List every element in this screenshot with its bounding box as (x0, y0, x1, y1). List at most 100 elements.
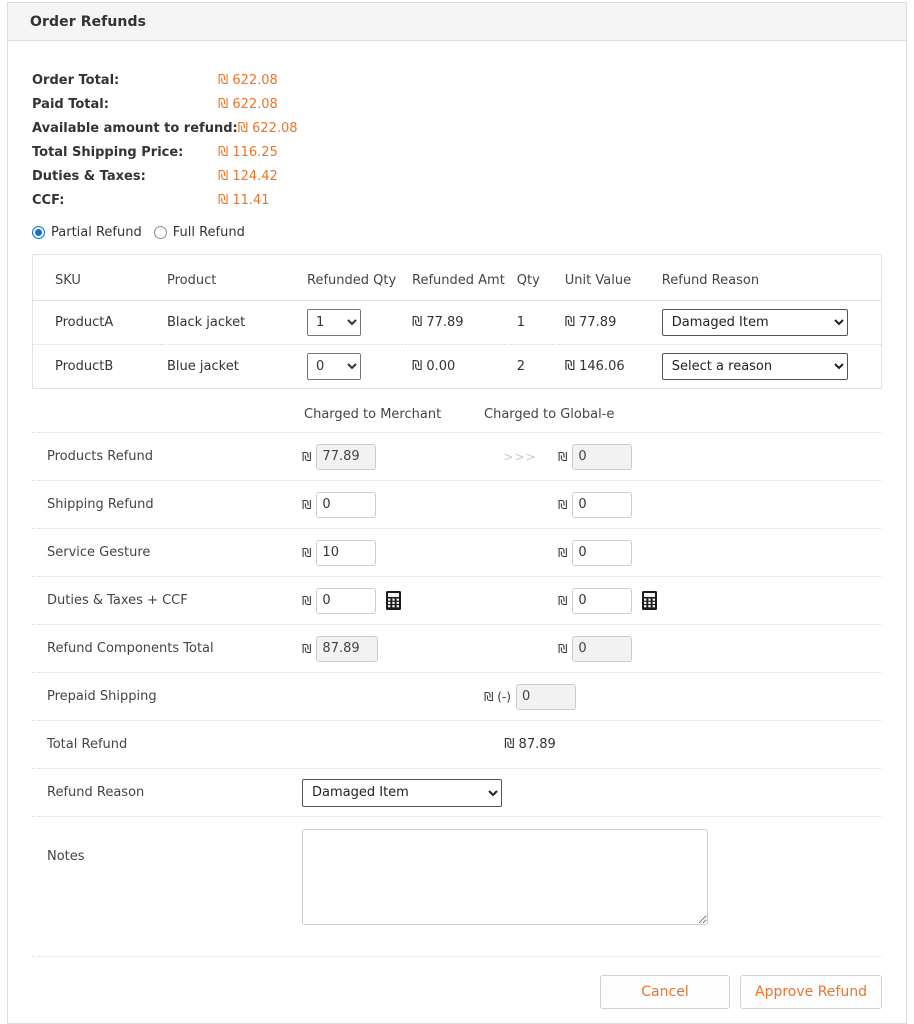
panel-header: Order Refunds (8, 3, 906, 41)
summary-label: Paid Total: (32, 97, 109, 112)
summary-value: ₪ 622.08 (218, 97, 278, 112)
component-row-duties-taxes-ccf: Duties & Taxes + CCF ₪ 0 ₪ 0 (32, 577, 882, 625)
col-header-charged-to-globale: Charged to Global-e (484, 407, 615, 422)
summary-row-total-shipping: Total Shipping Price: ₪ 116.25 (32, 145, 906, 169)
component-row-prepaid-shipping: Prepaid Shipping ₪ (-) (32, 673, 882, 721)
shipping-refund-merchant-input[interactable] (316, 491, 377, 518)
summary-value: ₪ 622.08 (237, 121, 298, 136)
refund-reason-select-row-2[interactable]: Select a reason (661, 353, 848, 380)
summary-value: ₪ 124.42 (218, 169, 278, 184)
cell-refunded-amt: ₪ 0.00 (412, 359, 456, 374)
globale-amount-group: ₪ (558, 635, 738, 662)
form-actions: Cancel Approve Refund (32, 957, 882, 1023)
radio-indicator-full[interactable] (153, 226, 167, 239)
th-sku: SKU (33, 255, 161, 301)
component-label: Refund Components Total (47, 641, 214, 656)
panel-body: Order Total: ₪ 622.08 Paid Total: ₪ 622.… (8, 41, 906, 1023)
refund-reason-select-row-1[interactable]: Damaged Item (661, 309, 848, 336)
refund-reason-group: Damaged Item (302, 778, 502, 807)
summary-label: Total Shipping Price: (32, 145, 184, 160)
refund-items-table-wrapper: SKU Product Refunded Qty Refunded Amt Qt… (32, 254, 882, 389)
currency-symbol: ₪ (558, 641, 568, 656)
component-label: Shipping Refund (47, 497, 154, 512)
merchant-amount-group: ₪ (302, 443, 482, 470)
col-header-charged-to-merchant: Charged to Merchant (304, 407, 442, 422)
radio-indicator-partial[interactable] (32, 226, 45, 239)
products-refund-merchant-input[interactable] (316, 443, 377, 470)
merchant-amount-group: ₪ (302, 491, 482, 518)
cell-refund-reason: Damaged Item (655, 300, 881, 345)
products-refund-globale-input[interactable] (572, 443, 633, 470)
merchant-amount-group: ₪ (302, 587, 482, 614)
merchant-amount-group: ₪ (302, 635, 482, 662)
page-title: Order Refunds (30, 13, 147, 30)
currency-symbol: ₪ (558, 545, 568, 560)
notes-textarea[interactable] (302, 829, 708, 925)
table-row: ProductB Blue jacket 0 ₪ 0.00 2 ₪ 146.06 (33, 345, 881, 389)
refunded-qty-select-row-1[interactable]: 1 (307, 309, 361, 336)
currency-symbol: ₪ (558, 497, 568, 512)
order-summary: Order Total: ₪ 622.08 Paid Total: ₪ 622.… (8, 41, 906, 240)
globale-amount-group: ₪ (558, 587, 738, 614)
component-row-refund-reason: Refund Reason Damaged Item (32, 769, 882, 817)
order-refunds-panel: Order Refunds Order Total: ₪ 622.08 Paid… (7, 2, 907, 1024)
shipping-refund-globale-input[interactable] (572, 491, 633, 518)
component-label: Total Refund (47, 737, 128, 752)
radio-partial-refund[interactable]: Partial Refund (32, 225, 142, 240)
currency-symbol: ₪ (558, 593, 568, 608)
th-refunded-qty: Refunded Qty (301, 255, 406, 301)
cancel-button[interactable]: Cancel (600, 975, 730, 1009)
summary-label: Order Total: (32, 73, 120, 88)
notes-group (302, 817, 708, 929)
component-row-products-refund: Products Refund ₪ >>> ₪ (32, 433, 882, 481)
component-label: Products Refund (47, 449, 154, 464)
cell-refunded-qty: 1 (301, 300, 406, 345)
total-refund-value: ₪ 87.89 (504, 737, 556, 752)
components-total-merchant-input[interactable] (316, 635, 379, 662)
th-product: Product (161, 255, 301, 301)
components-column-headers: Charged to Merchant Charged to Global-e (32, 397, 882, 433)
globale-amount-group: ₪ (558, 443, 738, 470)
cell-refunded-amt: ₪ 77.89 (406, 300, 511, 345)
merchant-amount-group: ₪ (302, 539, 482, 566)
service-gesture-merchant-input[interactable] (316, 539, 377, 566)
cell-unit-value: ₪ 77.89 (558, 300, 656, 345)
globale-amount-group: ₪ (558, 539, 738, 566)
currency-symbol: ₪ (302, 497, 312, 512)
currency-symbol: ₪ (302, 641, 312, 656)
prepaid-shipping-input[interactable] (515, 683, 576, 710)
refunded-qty-select-row-2[interactable]: 0 (307, 353, 361, 380)
approve-refund-button[interactable]: Approve Refund (740, 975, 882, 1009)
table-header-row: SKU Product Refunded Qty Refunded Amt Qt… (33, 255, 881, 301)
summary-label: Duties & Taxes: (32, 169, 146, 184)
component-label: Duties & Taxes + CCF (47, 593, 188, 608)
summary-row-order-total: Order Total: ₪ 622.08 (32, 73, 906, 97)
radio-label-full: Full Refund (172, 225, 245, 240)
service-gesture-globale-input[interactable] (572, 539, 633, 566)
component-label: Service Gesture (47, 545, 151, 560)
component-row-shipping-refund: Shipping Refund ₪ ₪ (32, 481, 882, 529)
refund-reason-select[interactable]: Damaged Item (302, 778, 502, 807)
calculator-icon[interactable] (386, 591, 402, 610)
component-row-notes: Notes (32, 817, 882, 957)
currency-symbol: ₪ (302, 545, 312, 560)
th-unit-value: Unit Value (558, 255, 656, 301)
components-total-globale-input[interactable] (572, 635, 633, 662)
th-qty: Qty (510, 255, 559, 301)
transfer-arrow-icon: >>> (503, 449, 537, 464)
duties-taxes-globale-input[interactable] (572, 587, 633, 614)
summary-row-ccf: CCF: ₪ 11.41 (32, 193, 906, 217)
summary-row-paid-total: Paid Total: ₪ 622.08 (32, 97, 906, 121)
refund-items-table: SKU Product Refunded Qty Refunded Amt Qt… (33, 255, 881, 388)
cell-product: Black jacket (161, 300, 301, 345)
currency-symbol: ₪ (302, 449, 312, 464)
summary-value: ₪ 622.08 (218, 73, 278, 88)
cell-refunded-qty: 0 (301, 345, 406, 389)
duties-taxes-merchant-input[interactable] (316, 587, 377, 614)
radio-full-refund[interactable]: Full Refund (153, 225, 245, 240)
prepaid-currency-prefix: ₪ (-) (484, 689, 511, 704)
component-row-refund-components-total: Refund Components Total ₪ ₪ (32, 625, 882, 673)
calculator-icon[interactable] (642, 591, 658, 610)
component-row-total-refund: Total Refund ₪ 87.89 (32, 721, 882, 769)
table-row: ProductA Black jacket 1 ₪ 77.89 1 ₪ 77.8… (33, 300, 881, 345)
